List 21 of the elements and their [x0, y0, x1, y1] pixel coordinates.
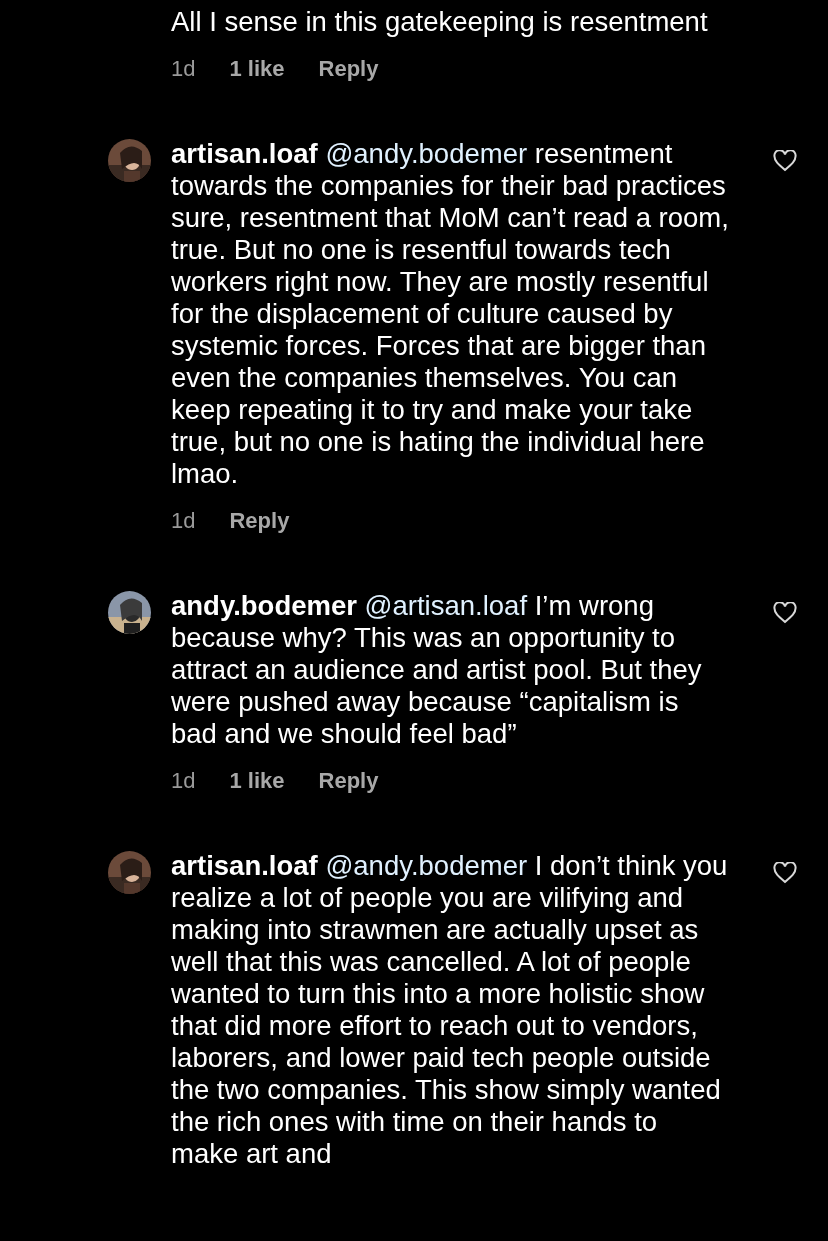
- mention-link[interactable]: @andy.bodemer: [325, 138, 528, 169]
- comment-text: All I sense in this gatekeeping is resentment: [171, 6, 709, 38]
- comment-time: 1d: [171, 56, 196, 82]
- reply-button[interactable]: Reply: [318, 768, 379, 794]
- comment-text: artisan.loaf @andy.bodemer I don’t think you realize a lot of people you are vilifying and making into strawmen are actually upset as well that this was cancelled. A lot of people wanted to turn this into a more holistic show that did more effort to reach out to vendors, laborers, and lower paid tech people outside the two companies. This show simply wanted the rich ones with time on their hands to make art and: [171, 850, 729, 1170]
- username-link[interactable]: artisan.loaf: [171, 138, 318, 169]
- heart-icon[interactable]: [772, 150, 797, 172]
- comment-text: andy.bodemer @artisan.loaf I’m wrong because why? This was an opportunity to attract an audience and artist pool. But they were pushed away because “capitalism is bad and we should feel bad”: [171, 590, 703, 750]
- username-link[interactable]: artisan.loaf: [171, 850, 318, 881]
- comment-time: 1d: [171, 768, 196, 794]
- reply-button[interactable]: Reply: [229, 508, 290, 534]
- heart-icon[interactable]: [772, 862, 797, 884]
- likes-count[interactable]: 1 like: [229, 56, 285, 82]
- mention-link[interactable]: @artisan.loaf: [364, 590, 528, 621]
- comment-time: 1d: [171, 508, 196, 534]
- comment-text: artisan.loaf @andy.bodemer resentment towards the companies for their bad practices sure, resentment that MoM can’t read a room, true. But no one is resentful towards tech workers right now. They are mostly resentful for the displacement of culture caused by systemic forces. Forces that are bigger than even the companies themselves. You can keep repeating it to try and make your take true, but no one is hating the individual here lmao.: [171, 138, 730, 490]
- heart-icon[interactable]: [772, 602, 797, 624]
- likes-count[interactable]: 1 like: [229, 768, 285, 794]
- username-link[interactable]: andy.bodemer: [171, 590, 357, 621]
- reply-button[interactable]: Reply: [318, 56, 379, 82]
- mention-link[interactable]: @andy.bodemer: [325, 850, 528, 881]
